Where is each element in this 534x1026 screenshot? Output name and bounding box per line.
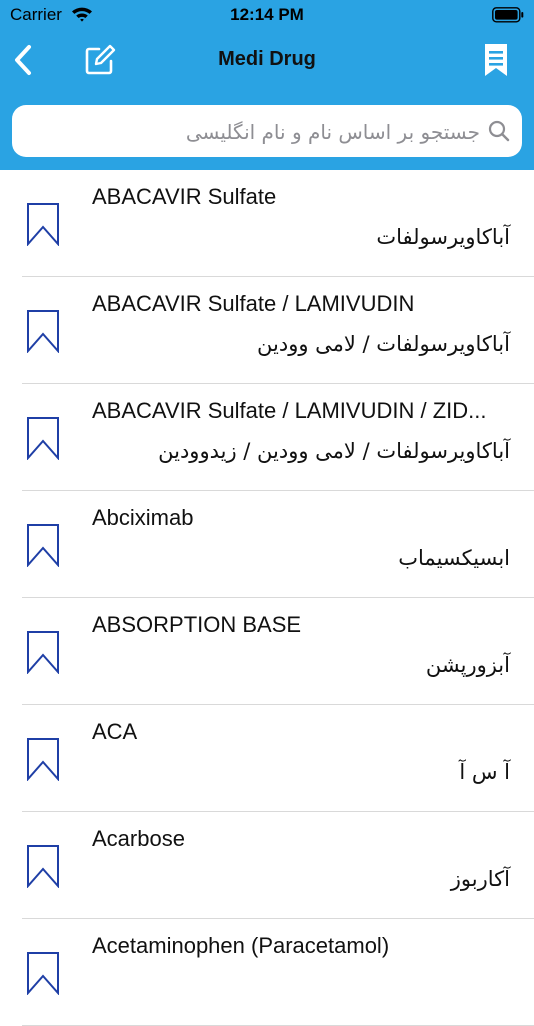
drug-name-english: ABACAVIR Sulfate / LAMIVUDIN: [92, 291, 415, 316]
status-bar: Carrier 12:14 PM: [0, 0, 534, 30]
drug-row[interactable]: ACA آ س آ: [0, 705, 534, 812]
bookmark-icon[interactable]: [26, 416, 60, 460]
drug-name-persian: آ س آ: [459, 760, 510, 784]
drug-name-english: Acarbose: [92, 826, 185, 851]
drug-name-english: ABACAVIR Sulfate / LAMIVUDIN / ZID...: [92, 398, 487, 423]
battery-icon: [492, 7, 524, 23]
drug-row[interactable]: ABACAVIR Sulfate آباکاویرسولفات: [0, 170, 534, 277]
drug-list: ABACAVIR Sulfate آباکاویرسولفات ABACAVIR S…: [0, 170, 534, 1026]
bookmark-list-icon: [485, 44, 507, 76]
bookmark-icon[interactable]: [26, 737, 60, 781]
drug-name-english: ABSORPTION BASE: [92, 612, 302, 637]
drug-name-persian: آباکاویرسولفات / لامی وودین / زیدوودین: [158, 439, 510, 463]
drug-name-persian: آکاربوز: [450, 867, 510, 891]
bookmark-icon[interactable]: [26, 844, 60, 888]
drug-row[interactable]: Acarbose آکاربوز: [0, 812, 534, 919]
drug-name-persian: آبزورپشن: [425, 653, 510, 677]
bookmark-icon[interactable]: [26, 309, 60, 353]
drug-row[interactable]: Acetaminophen (Paracetamol): [0, 919, 534, 1026]
drug-name-english: ACA: [92, 719, 138, 744]
drug-row[interactable]: Abciximab ابسیکسیماب: [0, 491, 534, 598]
drug-name-persian: آباکاویرسولفات: [376, 225, 510, 249]
nav-bar: Medi Drug: [0, 30, 534, 90]
drug-row[interactable]: ABACAVIR Sulfate / LAMIVUDIN / ZID... آبا…: [0, 384, 534, 491]
search-bar: [12, 105, 522, 159]
bookmark-icon[interactable]: [26, 951, 60, 995]
search-input[interactable]: [26, 105, 482, 159]
drug-name-english: Abciximab: [92, 505, 194, 530]
drug-name-english: ABACAVIR Sulfate: [92, 184, 277, 209]
bookmarks-button[interactable]: [476, 38, 516, 82]
clock: 12:14 PM: [230, 5, 304, 24]
header: Carrier 12:14 PM Medi Drug: [0, 0, 534, 170]
bookmark-icon[interactable]: [26, 630, 60, 674]
bookmark-icon[interactable]: [26, 202, 60, 246]
bookmark-icon[interactable]: [26, 523, 60, 567]
drug-name-persian: ابسیکسیماب: [398, 546, 510, 570]
drug-name-english: Acetaminophen (Paracetamol): [92, 933, 390, 958]
search-icon: [488, 120, 510, 142]
drug-row[interactable]: ABSORPTION BASE آبزورپشن: [0, 598, 534, 705]
drug-row[interactable]: ABACAVIR Sulfate / LAMIVUDIN آباکاویرسولف…: [0, 277, 534, 384]
page-title: Medi Drug: [218, 48, 316, 70]
drug-name-persian: آباکاویرسولفات / لامی وودین: [257, 332, 510, 356]
